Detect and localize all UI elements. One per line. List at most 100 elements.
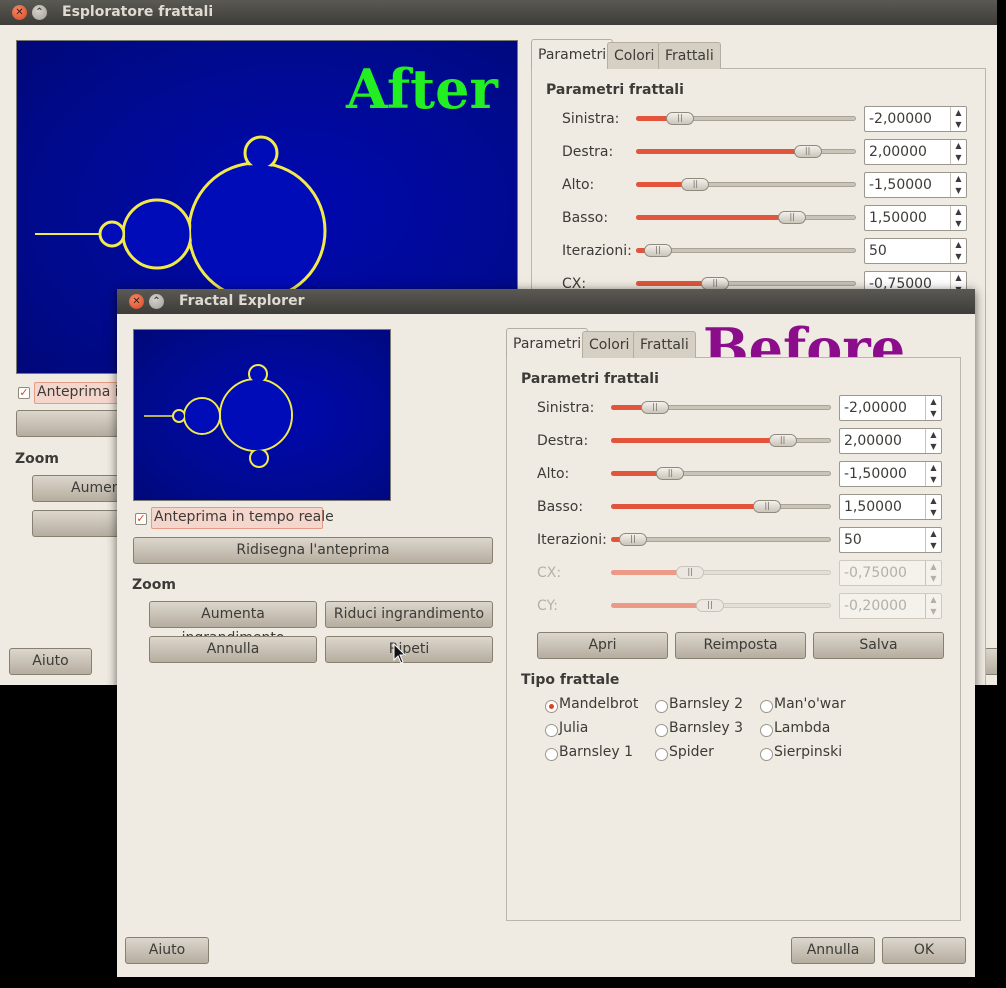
tab-colori[interactable]: Colori [582, 331, 637, 358]
slider-fill [611, 438, 783, 443]
radio-lambda[interactable] [760, 724, 773, 737]
basso-label: Basso: [537, 499, 584, 515]
close-icon[interactable]: ✕ [129, 294, 144, 309]
sinistra-spinbutton[interactable]: -2,00000 ▲ ▼ [839, 395, 942, 421]
spin-arrows-icon[interactable]: ▲▼ [950, 206, 966, 230]
maximize-icon[interactable]: ⌃ [32, 5, 47, 20]
reset-button[interactable]: Reimposta [675, 632, 806, 659]
save-button[interactable]: Salva [813, 632, 944, 659]
destra-slider[interactable]: || [611, 430, 831, 452]
slider-fill [636, 215, 793, 220]
basso-spinbutton[interactable]: 1,50000 ▲ ▼ [864, 205, 967, 231]
ok-button[interactable]: OK [882, 937, 966, 964]
radio-label[interactable]: Man'o'war [774, 696, 846, 712]
slider-handle[interactable]: || [641, 401, 669, 414]
tab-parametri[interactable]: Parametri [506, 328, 589, 358]
sinistra-slider[interactable]: || [636, 108, 856, 130]
radio-label[interactable]: Julia [559, 720, 588, 736]
tab-parametri[interactable]: Parametri [531, 39, 614, 69]
spin-arrows-icon[interactable]: ▲▼ [950, 140, 966, 164]
back-undo-button[interactable] [32, 510, 122, 537]
spin-arrows-icon[interactable]: ▲▼ [925, 495, 941, 519]
tab-colori[interactable]: Colori [607, 42, 662, 69]
spin-arrows-icon[interactable]: ▲▼ [925, 528, 941, 552]
slider-handle[interactable]: || [656, 467, 685, 480]
back-zoom-in-button[interactable]: Aumen [32, 475, 122, 502]
checkbox-icon[interactable]: ✓ [135, 513, 147, 525]
slider-handle[interactable]: || [793, 145, 822, 158]
slider-handle[interactable]: || [644, 244, 672, 257]
cx-slider[interactable]: || [611, 562, 831, 584]
alto-spinbutton[interactable]: -1,50000 ▲ ▼ [864, 172, 967, 198]
destra-slider[interactable]: || [636, 141, 856, 163]
basso-slider[interactable]: || [636, 207, 856, 229]
destra-spinbutton[interactable]: 2,00000 ▲ ▼ [864, 139, 967, 165]
radio-label[interactable]: Barnsley 1 [559, 744, 633, 760]
slider-handle[interactable]: || [696, 599, 724, 612]
spin-arrows-icon[interactable]: ▲▼ [925, 462, 941, 486]
slider-handle[interactable]: || [666, 112, 694, 125]
cx-spinbutton[interactable]: -0,75000 ▲▼ [839, 560, 942, 586]
redo-button[interactable]: Ripeti [325, 636, 493, 663]
spin-arrows-icon[interactable]: ▲▼ [950, 107, 966, 131]
slider-handle[interactable]: || [619, 533, 647, 546]
basso-slider[interactable]: || [611, 496, 831, 518]
alto-slider[interactable]: || [636, 174, 856, 196]
basso-value: 1,50000 [844, 499, 902, 515]
radio-label[interactable]: Barnsley 2 [669, 696, 743, 712]
radio-man-o-war[interactable] [760, 700, 773, 713]
tab-frattali[interactable]: Frattali [633, 331, 696, 358]
spin-arrows-icon[interactable]: ▲▼ [925, 594, 941, 618]
basso-spinbutton[interactable]: 1,50000 ▲ ▼ [839, 494, 942, 520]
cy-slider[interactable]: || [611, 595, 831, 617]
spin-arrows-icon[interactable]: ▲▼ [950, 239, 966, 263]
tab-frattali[interactable]: Frattali [658, 42, 721, 69]
realtime-preview-checkbox[interactable]: Anteprima in tempo reale [151, 507, 334, 529]
spin-arrows-icon[interactable]: ▲▼ [925, 561, 941, 585]
slider-handle[interactable]: || [753, 500, 782, 513]
slider-handle[interactable]: || [768, 434, 797, 447]
alto-slider[interactable]: || [611, 463, 831, 485]
alto-spinbutton[interactable]: -1,50000 ▲ ▼ [839, 461, 942, 487]
slider-handle[interactable]: || [681, 178, 710, 191]
sinistra-value: -2,00000 [844, 400, 907, 416]
iterazioni-slider[interactable]: || [611, 529, 831, 551]
help-button[interactable]: Aiuto [125, 937, 209, 964]
basso-value: 1,50000 [869, 210, 927, 226]
sinistra-spinbutton[interactable]: -2,00000 ▲ ▼ [864, 106, 967, 132]
radio-sierpinski[interactable] [760, 748, 773, 761]
zoom-in-button[interactable]: Aumenta ingrandimento [149, 601, 317, 646]
iterazioni-slider[interactable]: || [636, 240, 856, 262]
radio-barnsley-2[interactable] [655, 700, 668, 713]
cy-spinbutton[interactable]: -0,20000 ▲ ▼ [839, 593, 942, 619]
maximize-icon[interactable]: ⌃ [149, 294, 164, 309]
undo-button[interactable]: Annulla [149, 636, 317, 663]
zoom-out-button[interactable]: Riduci ingrandimento [325, 601, 493, 628]
redraw-preview-button[interactable]: Ridisegna l'anteprima [133, 537, 493, 564]
radio-label[interactable]: Barnsley 3 [669, 720, 743, 736]
back-redraw-button[interactable] [16, 410, 126, 437]
iterazioni-spinbutton[interactable]: 50 ▲ ▼ [839, 527, 942, 553]
destra-spinbutton[interactable]: 2,00000 ▲ ▼ [839, 428, 942, 454]
spin-arrows-icon[interactable]: ▲▼ [925, 396, 941, 420]
radio-spider[interactable] [655, 748, 668, 761]
radio-label[interactable]: Sierpinski [774, 744, 842, 760]
radio-barnsley-1[interactable] [545, 748, 558, 761]
spin-arrows-icon[interactable]: ▲▼ [925, 429, 941, 453]
radio-label[interactable]: Spider [669, 744, 714, 760]
radio-label[interactable]: Mandelbrot [559, 696, 638, 712]
sinistra-slider[interactable]: || [611, 397, 831, 419]
open-button[interactable]: Apri [537, 632, 668, 659]
radio-mandelbrot[interactable] [545, 700, 558, 713]
close-icon[interactable]: ✕ [12, 5, 27, 20]
radio-julia[interactable] [545, 724, 558, 737]
slider-handle[interactable]: || [676, 566, 705, 579]
radio-barnsley-3[interactable] [655, 724, 668, 737]
cancel-button[interactable]: Annulla [791, 937, 875, 964]
checkbox-icon[interactable]: ✓ [18, 387, 30, 399]
slider-handle[interactable]: || [778, 211, 807, 224]
spin-arrows-icon[interactable]: ▲▼ [950, 173, 966, 197]
radio-label[interactable]: Lambda [774, 720, 830, 736]
back-help-button[interactable]: Aiuto [9, 648, 92, 675]
iterazioni-spinbutton[interactable]: 50 ▲ ▼ [864, 238, 967, 264]
